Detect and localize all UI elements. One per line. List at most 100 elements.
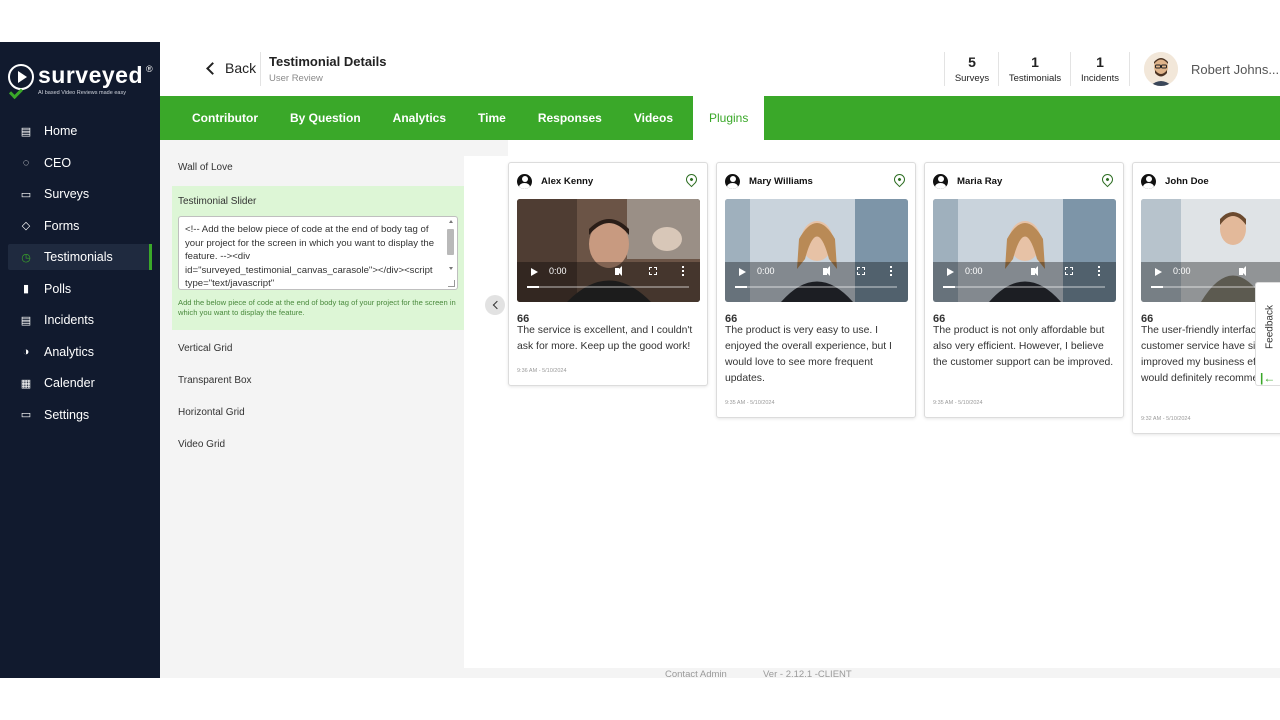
ceo-icon: ◌: [22, 156, 30, 169]
sidebar-item-testimonials[interactable]: ◷ Testimonials: [8, 244, 152, 270]
logo-tagline: AI based Video Reviews made easy: [38, 90, 126, 96]
contributor-name: Maria Ray: [957, 175, 1003, 187]
avatar[interactable]: [1144, 52, 1178, 86]
textarea-scrollbar-thumb[interactable]: [447, 229, 454, 255]
stat-testimonials[interactable]: 1 Testimonials: [1005, 54, 1065, 84]
testimonial-card[interactable]: Maria Ray 0:00 66 The product is not onl…: [924, 162, 1124, 418]
page-title: Testimonial Details: [269, 54, 387, 69]
testimonial-video[interactable]: 0:00: [517, 199, 700, 302]
sidebar-item-label: Home: [44, 124, 78, 138]
contributor-name: Mary Williams: [749, 175, 813, 187]
back-button[interactable]: Back: [206, 60, 257, 76]
contributor-name: Alex Kenny: [541, 175, 594, 187]
stat-divider: [1129, 52, 1130, 86]
logo[interactable]: surveyed ® AI based Video Reviews made e…: [8, 62, 158, 102]
fullscreen-icon[interactable]: [649, 267, 657, 275]
tab-plugins[interactable]: Plugins: [693, 96, 765, 140]
tab-videos[interactable]: Videos: [622, 96, 685, 140]
sidebar-item-polls[interactable]: ▮ Polls: [8, 276, 152, 302]
user-icon: [517, 173, 532, 189]
scroll-up-icon[interactable]: [449, 220, 453, 223]
sidebar-item-forms[interactable]: ◇ Forms: [8, 213, 152, 239]
fullscreen-icon[interactable]: [1065, 267, 1073, 275]
plugin-option-vertical-grid[interactable]: Vertical Grid: [178, 343, 232, 354]
sidebar-item-surveys[interactable]: ▭ Surveys: [8, 181, 152, 207]
embed-code-textarea[interactable]: <!-- Add the below piece of code at the …: [178, 216, 458, 290]
logo-play-icon: [8, 64, 34, 90]
play-icon[interactable]: [739, 268, 746, 276]
plugin-option-testimonial-slider[interactable]: Testimonial Slider <!-- Add the below pi…: [172, 186, 464, 330]
video-time: 0:00: [757, 266, 775, 276]
contact-admin-link[interactable]: Contact Admin: [665, 668, 727, 678]
sidebar-item-settings[interactable]: ▭ Settings: [8, 402, 152, 428]
testimonial-card[interactable]: Alex Kenny 0:00 66 The service is excell…: [508, 162, 708, 386]
volume-icon[interactable]: [615, 266, 622, 276]
slider-prev-button[interactable]: [485, 295, 505, 315]
plugin-option-horizontal-grid[interactable]: Horizontal Grid: [178, 407, 245, 418]
play-icon[interactable]: [1155, 268, 1162, 276]
plugin-option-transparent-box[interactable]: Transparent Box: [178, 375, 252, 386]
volume-icon[interactable]: [823, 266, 830, 276]
back-label: Back: [225, 60, 257, 76]
testimonial-text: The product is very easy to use. I enjoy…: [725, 325, 892, 384]
tab-analytics[interactable]: Analytics: [381, 96, 458, 140]
app-window: surveyed ® AI based Video Reviews made e…: [0, 42, 1280, 678]
more-options-icon[interactable]: [890, 266, 892, 276]
stat-divider: [1070, 52, 1071, 86]
preview-edge: [464, 140, 508, 156]
forms-icon: ◇: [21, 220, 31, 232]
scroll-down-icon[interactable]: [449, 267, 453, 270]
play-icon[interactable]: [531, 268, 538, 276]
polls-icon: ▮: [22, 283, 30, 295]
sidebar-nav: ▤ Home ◌ CEO ▭ Surveys ◇ Forms ◷ Testimonials…: [8, 118, 152, 433]
embed-code-text: <!-- Add the below piece of code at the …: [185, 224, 435, 289]
footer: Contact Admin Ver - 2.12.1 -CLIENT: [160, 668, 1280, 678]
contributor-name: John Doe: [1165, 175, 1209, 187]
sidebar-item-ceo[interactable]: ◌ CEO: [8, 150, 152, 176]
fullscreen-icon[interactable]: [857, 267, 865, 275]
chevron-left-icon: [492, 300, 501, 310]
more-options-icon[interactable]: [1098, 266, 1100, 276]
stat-label: Testimonials: [1008, 73, 1062, 84]
location-pin-icon[interactable]: [683, 171, 700, 188]
sidebar: surveyed ® AI based Video Reviews made e…: [0, 42, 160, 678]
stat-surveys[interactable]: 5 Surveys: [953, 54, 991, 84]
video-controls: 0:00: [517, 262, 700, 302]
location-pin-icon[interactable]: [891, 171, 908, 188]
testimonial-video[interactable]: 0:00: [725, 199, 908, 302]
resize-handle-icon[interactable]: [448, 280, 455, 287]
sidebar-item-incidents[interactable]: ▤ Incidents: [8, 307, 152, 333]
feedback-tab[interactable]: Feedback |←: [1255, 282, 1280, 386]
testimonial-video[interactable]: 0:00: [933, 199, 1116, 302]
video-controls: 0:00: [933, 262, 1116, 302]
tab-time[interactable]: Time: [466, 96, 518, 140]
plugin-option-video-grid[interactable]: Video Grid: [178, 439, 225, 450]
video-controls: 0:00: [725, 262, 908, 302]
collapse-arrow-icon[interactable]: |←: [1260, 372, 1275, 384]
user-name[interactable]: Robert Johns...: [1191, 62, 1279, 77]
header-divider: [260, 52, 261, 86]
video-progress-track[interactable]: [943, 286, 1105, 288]
stat-divider: [944, 52, 945, 86]
video-progress-track[interactable]: [735, 286, 897, 288]
tab-contributor[interactable]: Contributor: [180, 96, 270, 140]
location-pin-icon[interactable]: [1099, 171, 1116, 188]
volume-icon[interactable]: [1031, 266, 1038, 276]
more-options-icon[interactable]: [682, 266, 684, 276]
play-icon[interactable]: [947, 268, 954, 276]
sidebar-item-home[interactable]: ▤ Home: [8, 118, 152, 144]
sidebar-item-label: Testimonials: [44, 250, 113, 264]
testimonial-card[interactable]: Mary Williams 0:00 66 The product is ver…: [716, 162, 916, 418]
sidebar-item-calendar[interactable]: ▦ Calender: [8, 370, 152, 396]
tab-by-question[interactable]: By Question: [278, 96, 373, 140]
sidebar-item-analytics[interactable]: ◑ Analytics: [8, 339, 152, 365]
tab-bar: Contributor By Question Analytics Time R…: [160, 96, 1280, 140]
stat-incidents[interactable]: 1 Incidents: [1076, 54, 1124, 84]
plugin-option-wall-of-love[interactable]: Wall of Love: [178, 162, 233, 173]
video-progress-track[interactable]: [527, 286, 689, 288]
page-subtitle: User Review: [269, 73, 323, 84]
volume-icon[interactable]: [1239, 266, 1246, 276]
avatar-image: [1144, 52, 1178, 86]
analytics-icon: ◑: [22, 345, 30, 358]
tab-responses[interactable]: Responses: [526, 96, 614, 140]
